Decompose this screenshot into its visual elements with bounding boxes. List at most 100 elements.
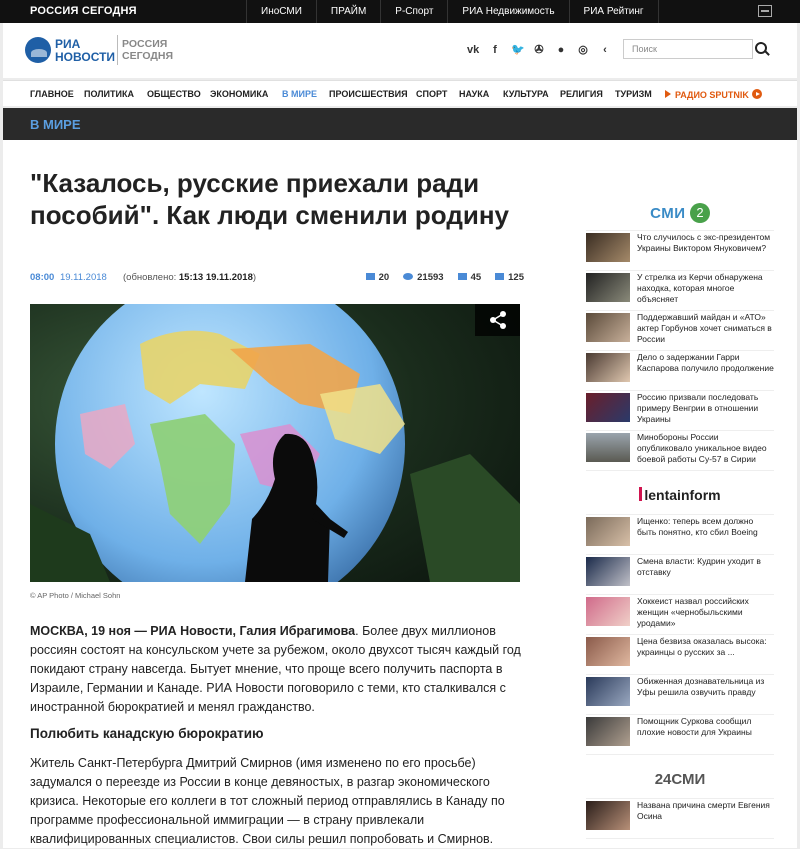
search-input[interactable]: Поиск: [623, 39, 753, 59]
logo-ria-text: РИА: [55, 37, 81, 51]
nav-item-economy[interactable]: ЭКОНОМИКА: [210, 89, 268, 99]
logo-novosti-text: НОВОСТИ: [55, 50, 116, 64]
smi2-news-item[interactable]: У стрелка из Керчи обнаружена находка, к…: [586, 271, 774, 311]
ria-globe-icon: [25, 37, 51, 63]
odnoklassniki-icon[interactable]: ✇: [533, 43, 545, 57]
news-thumbnail: [586, 233, 630, 262]
news-thumbnail: [586, 433, 630, 462]
news-sidebar: СМИ 2 Что случилось с экс-президентом Ук…: [586, 203, 774, 839]
instagram-icon[interactable]: ◎: [577, 43, 589, 57]
smi2-news-item[interactable]: Что случилось с экс-президентом Украины …: [586, 231, 774, 271]
lentainform-header[interactable]: lentainform: [586, 487, 774, 515]
comments-count[interactable]: 20: [365, 272, 389, 283]
nav-item-world[interactable]: В МИРЕ: [282, 89, 317, 99]
eye-icon: [403, 273, 414, 280]
article-paragraph: Житель Санкт-Петербурга Дмитрий Смирнов …: [30, 756, 505, 846]
likes-count[interactable]: 45: [457, 272, 481, 283]
link-prime[interactable]: ПРАЙМ: [315, 0, 380, 23]
news-thumbnail: [586, 393, 630, 422]
news-thumbnail: [586, 517, 630, 546]
link-ria-rating[interactable]: РИА Рейтинг: [568, 0, 659, 23]
nav-item-society[interactable]: ОБЩЕСТВО: [147, 89, 201, 99]
radio-sputnik-link[interactable]: РАДИО SPUTNIK: [665, 89, 762, 100]
logo-rossiya-text: РОССИЯ: [122, 38, 168, 50]
news-thumbnail: [586, 637, 630, 666]
lenta-news-item[interactable]: Обиженная дознавательница из Уфы решила …: [586, 675, 774, 715]
news-thumbnail: [586, 273, 630, 302]
news-thumbnail: [586, 597, 630, 626]
section-bar: В МИРЕ: [3, 108, 797, 140]
thumbs-down-icon: [495, 273, 505, 280]
site-header: РИА НОВОСТИ РОССИЯ СЕГОДНЯ vk f 🐦 ✇ ● ◎ ‹ …: [3, 23, 797, 78]
link-rsport[interactable]: Р-Спорт: [380, 0, 447, 23]
lentainform-logo-icon: [639, 487, 643, 501]
nav-item-incidents[interactable]: ПРОИСШЕСТВИЯ: [329, 89, 408, 99]
article-title: "Казалось, русские приехали ради пособий…: [30, 168, 509, 230]
article-subhead: Полюбить канадскую бюрократию: [30, 726, 264, 741]
smi2-news-item[interactable]: Россию призвали последовать примеру Венг…: [586, 391, 774, 431]
updated-datetime: 15:13 19.11.2018: [178, 272, 253, 283]
smi2-news-item[interactable]: Поддержавший майдан и «АТО» актер Горбун…: [586, 311, 774, 351]
nav-item-culture[interactable]: КУЛЬТУРА: [503, 89, 549, 99]
partner-links: ИноСМИ ПРАЙМ Р-Спорт РИА Недвижимость РИ…: [246, 0, 659, 23]
article-lead: МОСКВА, 19 ноя — РИА Новости, Галия Ибра…: [30, 622, 530, 717]
lenta-news-item[interactable]: Цена безвиза оказалась высока: украинцы …: [586, 635, 774, 675]
ria-logo[interactable]: РИА НОВОСТИ РОССИЯ СЕГОДНЯ: [25, 35, 173, 67]
lenta-news-item[interactable]: Смена власти: Кудрин уходит в отставку: [586, 555, 774, 595]
top-bar: РОССИЯ СЕГОДНЯ ИноСМИ ПРАЙМ Р-Спорт РИА …: [0, 0, 800, 23]
news-thumbnail: [586, 677, 630, 706]
news-thumbnail: [586, 557, 630, 586]
logo-divider: [117, 35, 118, 65]
telegram-icon[interactable]: ●: [555, 43, 567, 57]
views-count: 21593: [403, 272, 444, 283]
radio-icon: [665, 90, 671, 98]
news-thumbnail: [586, 353, 630, 382]
news-thumbnail: [586, 801, 630, 830]
smi2-header[interactable]: СМИ 2: [586, 203, 774, 231]
search-icon[interactable]: [755, 42, 769, 56]
share-button[interactable]: [475, 304, 520, 336]
nav-item-main[interactable]: ГЛАВНОЕ: [30, 89, 74, 99]
section-title[interactable]: В МИРЕ: [30, 117, 81, 132]
24smi-news-item[interactable]: Названа причина смерти Евгения Осина: [586, 799, 774, 839]
rossiya-segodnya-brand[interactable]: РОССИЯ СЕГОДНЯ: [30, 5, 137, 17]
publish-date[interactable]: 19.11.2018: [60, 272, 107, 283]
comment-icon: [365, 273, 375, 280]
nav-item-science[interactable]: НАУКА: [459, 89, 489, 99]
twitter-icon[interactable]: 🐦: [511, 43, 525, 57]
lead-byline[interactable]: МОСКВА, 19 ноя — РИА Новости, Галия Ибра…: [30, 624, 355, 638]
smi2-news-item[interactable]: Минобороны России опубликовало уникально…: [586, 431, 774, 471]
lenta-news-item[interactable]: Помощник Суркова сообщил плохие новости …: [586, 715, 774, 755]
nav-item-politics[interactable]: ПОЛИТИКА: [84, 89, 134, 99]
login-icon[interactable]: [758, 5, 772, 17]
updated-info: (обновлено: 15:13 19.11.2018): [123, 272, 257, 283]
radio-sputnik-label: РАДИО SPUTNIK: [675, 90, 749, 100]
nav-item-sport[interactable]: СПОРТ: [416, 89, 447, 99]
lenta-news-item[interactable]: Ищенко: теперь всем должно быть понятно,…: [586, 515, 774, 555]
globe-silhouette-image: [30, 304, 520, 582]
dislikes-count[interactable]: 125: [495, 272, 524, 283]
smi2-news-item[interactable]: Дело о задержании Гарри Каспарова получи…: [586, 351, 774, 391]
lenta-news-item[interactable]: Хоккеист назвал российских женщин «черно…: [586, 595, 774, 635]
vk-icon[interactable]: vk: [467, 43, 479, 57]
nav-item-religion[interactable]: РЕЛИГИЯ: [560, 89, 603, 99]
smi2-logo-icon: 2: [689, 203, 710, 223]
play-icon: [751, 89, 762, 99]
facebook-icon[interactable]: f: [489, 43, 501, 57]
link-inosmi[interactable]: ИноСМИ: [246, 0, 316, 23]
24smi-label: 24СМИ: [654, 771, 706, 788]
logo-segodnya-text: СЕГОДНЯ: [122, 50, 174, 62]
nav-item-tourism[interactable]: ТУРИЗМ: [615, 89, 652, 99]
share-icon[interactable]: ‹: [599, 43, 611, 57]
social-links: vk f 🐦 ✇ ● ◎ ‹: [467, 43, 611, 57]
share-icon: [490, 311, 506, 329]
photo-credit: © AP Photo / Michael Sohn: [30, 591, 121, 600]
smi2-label: СМИ: [650, 205, 686, 222]
24smi-header[interactable]: 24СМИ: [586, 771, 774, 799]
article-photo[interactable]: [30, 304, 520, 582]
link-ria-realty[interactable]: РИА Недвижимость: [447, 0, 568, 23]
publish-time: 08:00: [30, 272, 55, 283]
thumbs-up-icon: [457, 273, 467, 280]
content-area: "Казалось, русские приехали ради пособий…: [3, 140, 797, 848]
news-thumbnail: [586, 717, 630, 746]
